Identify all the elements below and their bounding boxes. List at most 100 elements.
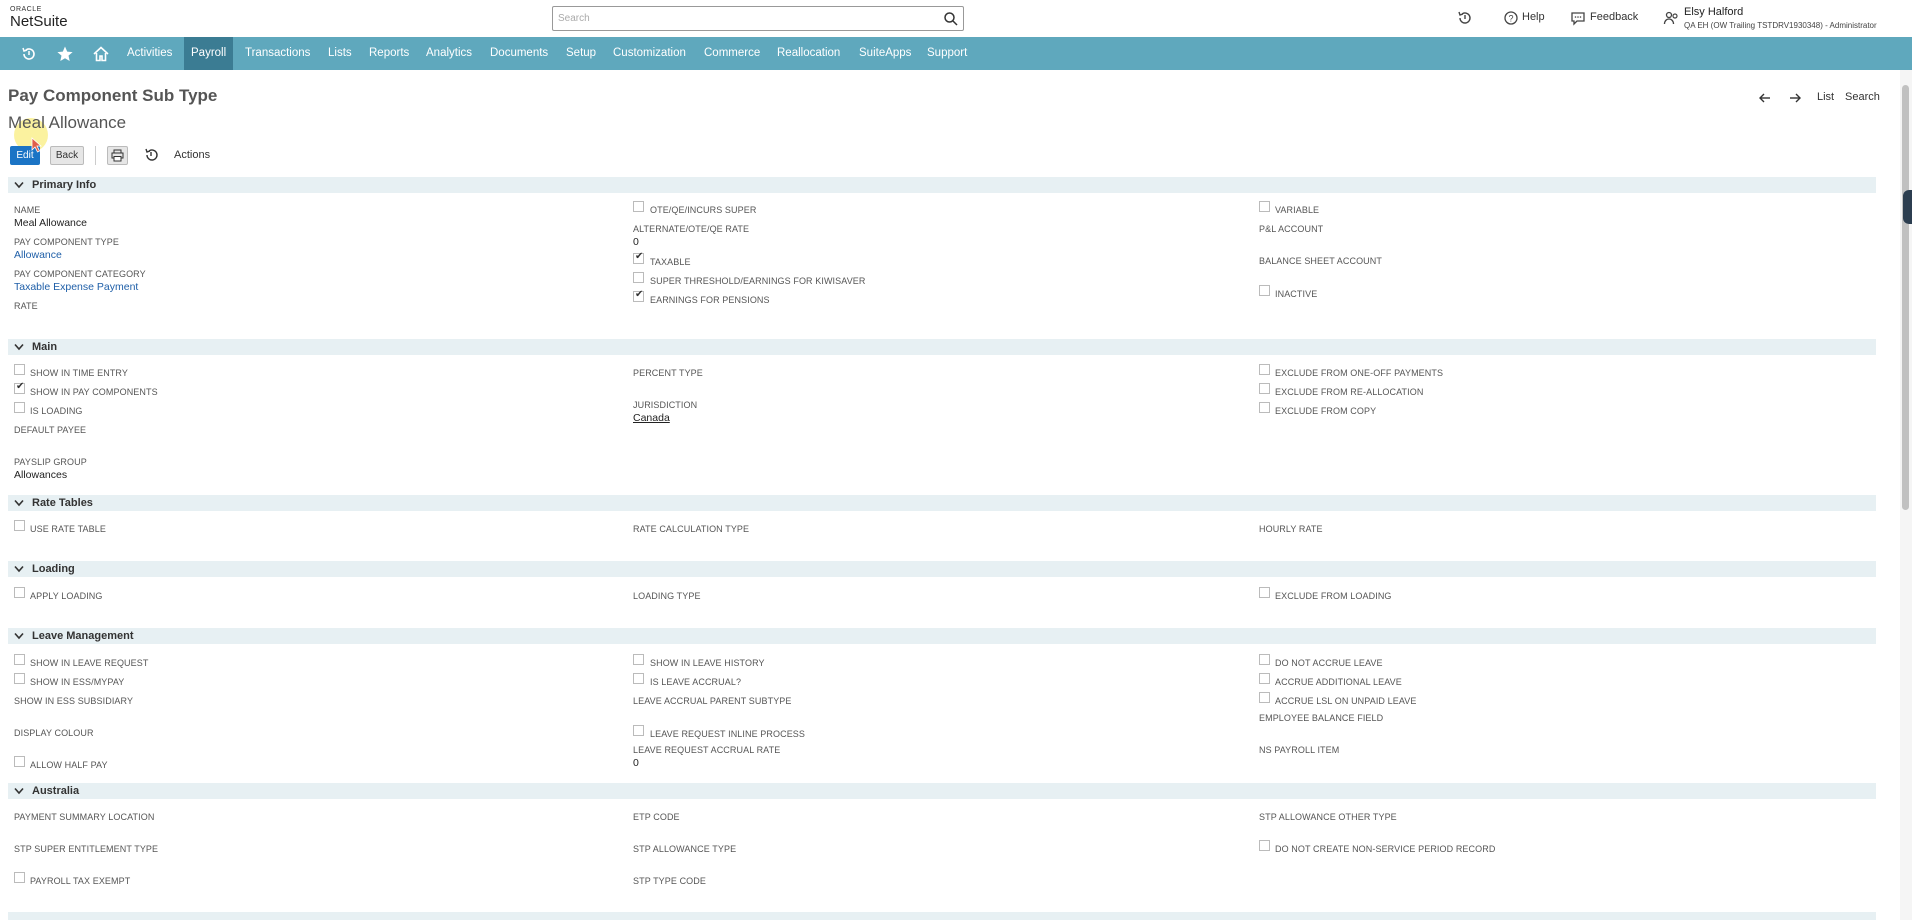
exclude-copy-label: EXCLUDE FROM COPY (1275, 406, 1377, 416)
exclude-reallocation-checkbox[interactable] (1259, 383, 1270, 394)
is-leave-accrual-checkbox[interactable] (633, 673, 644, 684)
show-leave-history-label: SHOW IN LEAVE HISTORY (650, 658, 765, 668)
print-button[interactable] (107, 146, 128, 165)
section-loading[interactable]: Loading (8, 561, 1876, 577)
jurisdiction-label: JURISDICTION (633, 400, 698, 410)
earnings-pensions-checkbox[interactable] (633, 289, 644, 302)
pay-component-category-link[interactable]: Taxable Expense Payment (14, 281, 138, 293)
recent-icon[interactable] (20, 45, 38, 63)
alternate-rate-label: ALTERNATE/OTE/QE RATE (633, 224, 750, 234)
list-link[interactable]: List (1817, 91, 1834, 103)
chevron-down-icon[interactable] (14, 499, 24, 507)
accrue-lsl-checkbox[interactable] (1259, 692, 1270, 703)
alternate-rate-value: 0 (633, 236, 639, 248)
chevron-down-icon[interactable] (14, 565, 24, 573)
non-service-period-label: DO NOT CREATE NON-SERVICE PERIOD RECORD (1275, 844, 1496, 854)
previous-record-icon[interactable] (1758, 91, 1772, 105)
nav-setup[interactable]: Setup (559, 37, 603, 70)
inline-process-checkbox[interactable] (633, 725, 644, 736)
home-icon[interactable] (92, 45, 110, 63)
record-title: Meal Allowance (8, 113, 127, 132)
variable-checkbox[interactable] (1259, 201, 1270, 212)
show-time-entry-checkbox[interactable] (14, 364, 25, 375)
section-australia[interactable]: Australia (8, 783, 1876, 799)
payslip-group-label: PAYSLIP GROUP (14, 457, 87, 467)
apply-loading-checkbox[interactable] (14, 587, 25, 598)
user-role[interactable]: QA EH (OW Trailing TSTDRV1930348) - Admi… (1684, 21, 1877, 30)
is-loading-label: IS LOADING (30, 406, 83, 416)
jurisdiction-link[interactable]: Canada (633, 412, 670, 424)
do-not-accrue-checkbox[interactable] (1259, 654, 1270, 665)
pay-component-type-link[interactable]: Allowance (14, 249, 62, 261)
nav-customization[interactable]: Customization (606, 37, 693, 70)
netsuite-logo[interactable]: ORACLE NetSuite (10, 6, 68, 29)
nav-documents[interactable]: Documents (483, 37, 555, 70)
chevron-down-icon[interactable] (14, 632, 24, 640)
is-loading-checkbox[interactable] (14, 402, 25, 413)
ote-checkbox[interactable] (633, 201, 644, 212)
nav-transactions[interactable]: Transactions (238, 37, 317, 70)
section-main[interactable]: Main (8, 339, 1876, 355)
show-pay-components-checkbox[interactable] (14, 381, 25, 394)
search-link[interactable]: Search (1845, 91, 1880, 103)
recent-records-icon[interactable] (1457, 10, 1473, 26)
refresh-icon[interactable] (143, 147, 159, 163)
allow-half-pay-checkbox[interactable] (14, 756, 25, 767)
nav-analytics[interactable]: Analytics (419, 37, 479, 70)
pay-component-category-label: PAY COMPONENT CATEGORY (14, 269, 146, 279)
balance-sheet-account-label: BALANCE SHEET ACCOUNT (1259, 256, 1382, 266)
side-panel-tab[interactable] (1903, 190, 1912, 224)
next-record-icon[interactable] (1788, 91, 1802, 105)
search-icon[interactable] (943, 11, 959, 27)
do-not-accrue-label: DO NOT ACCRUE LEAVE (1275, 658, 1383, 668)
section-leave-management[interactable]: Leave Management (8, 628, 1876, 644)
nav-reports[interactable]: Reports (362, 37, 416, 70)
chevron-down-icon[interactable] (14, 787, 24, 795)
exclude-copy-checkbox[interactable] (1259, 402, 1270, 413)
exclude-oneoff-checkbox[interactable] (1259, 364, 1270, 375)
help-link[interactable]: Help (1522, 11, 1545, 23)
user-name[interactable]: Elsy Halford (1684, 6, 1743, 18)
show-ess-checkbox[interactable] (14, 673, 25, 684)
nav-reallocation[interactable]: Reallocation (770, 37, 847, 70)
payroll-tax-exempt-checkbox[interactable] (14, 872, 25, 883)
pay-component-type-label: PAY COMPONENT TYPE (14, 237, 119, 247)
section-primary-info[interactable]: Primary Info (8, 177, 1876, 193)
help-icon[interactable]: ? (1503, 10, 1519, 26)
super-threshold-checkbox[interactable] (633, 272, 644, 283)
ote-label: OTE/QE/INCURS SUPER (650, 205, 757, 215)
loading-type-label: LOADING TYPE (633, 591, 701, 601)
scrollbar-thumb[interactable] (1902, 85, 1909, 510)
chevron-down-icon[interactable] (14, 343, 24, 351)
inline-process-label: LEAVE REQUEST INLINE PROCESS (650, 729, 806, 739)
nav-lists[interactable]: Lists (321, 37, 359, 70)
taxable-checkbox[interactable] (633, 251, 644, 264)
show-leave-request-checkbox[interactable] (14, 654, 25, 665)
inactive-checkbox[interactable] (1259, 285, 1270, 296)
non-service-period-checkbox[interactable] (1259, 840, 1270, 851)
actions-menu[interactable]: Actions (174, 149, 210, 161)
accrue-additional-checkbox[interactable] (1259, 673, 1270, 684)
etp-code-label: ETP CODE (633, 812, 680, 822)
nav-payroll[interactable]: Payroll (184, 37, 234, 70)
nav-commerce[interactable]: Commerce (697, 37, 767, 70)
global-search[interactable] (552, 6, 964, 31)
use-rate-table-checkbox[interactable] (14, 520, 25, 531)
nav-activities[interactable]: Activities (120, 37, 179, 70)
search-input[interactable] (556, 10, 936, 27)
page-title: Pay Component Sub Type (8, 86, 218, 105)
chevron-down-icon[interactable] (14, 181, 24, 189)
feedback-link[interactable]: Feedback (1590, 11, 1638, 23)
exclude-loading-checkbox[interactable] (1259, 587, 1270, 598)
section-rate-tables[interactable]: Rate Tables (8, 495, 1876, 511)
show-ess-label: SHOW IN ESS/MYPAY (30, 677, 125, 687)
nav-support[interactable]: Support (920, 37, 974, 70)
nav-suiteapps[interactable]: SuiteApps (852, 37, 918, 70)
feedback-icon[interactable] (1570, 10, 1586, 26)
display-colour-label: DISPLAY COLOUR (14, 728, 94, 738)
favorites-star-icon[interactable] (56, 45, 74, 63)
show-leave-history-checkbox[interactable] (633, 654, 644, 665)
back-button[interactable]: Back (50, 146, 84, 165)
rate-calculation-type-label: RATE CALCULATION TYPE (633, 524, 750, 534)
role-switch-icon[interactable] (1663, 10, 1679, 26)
